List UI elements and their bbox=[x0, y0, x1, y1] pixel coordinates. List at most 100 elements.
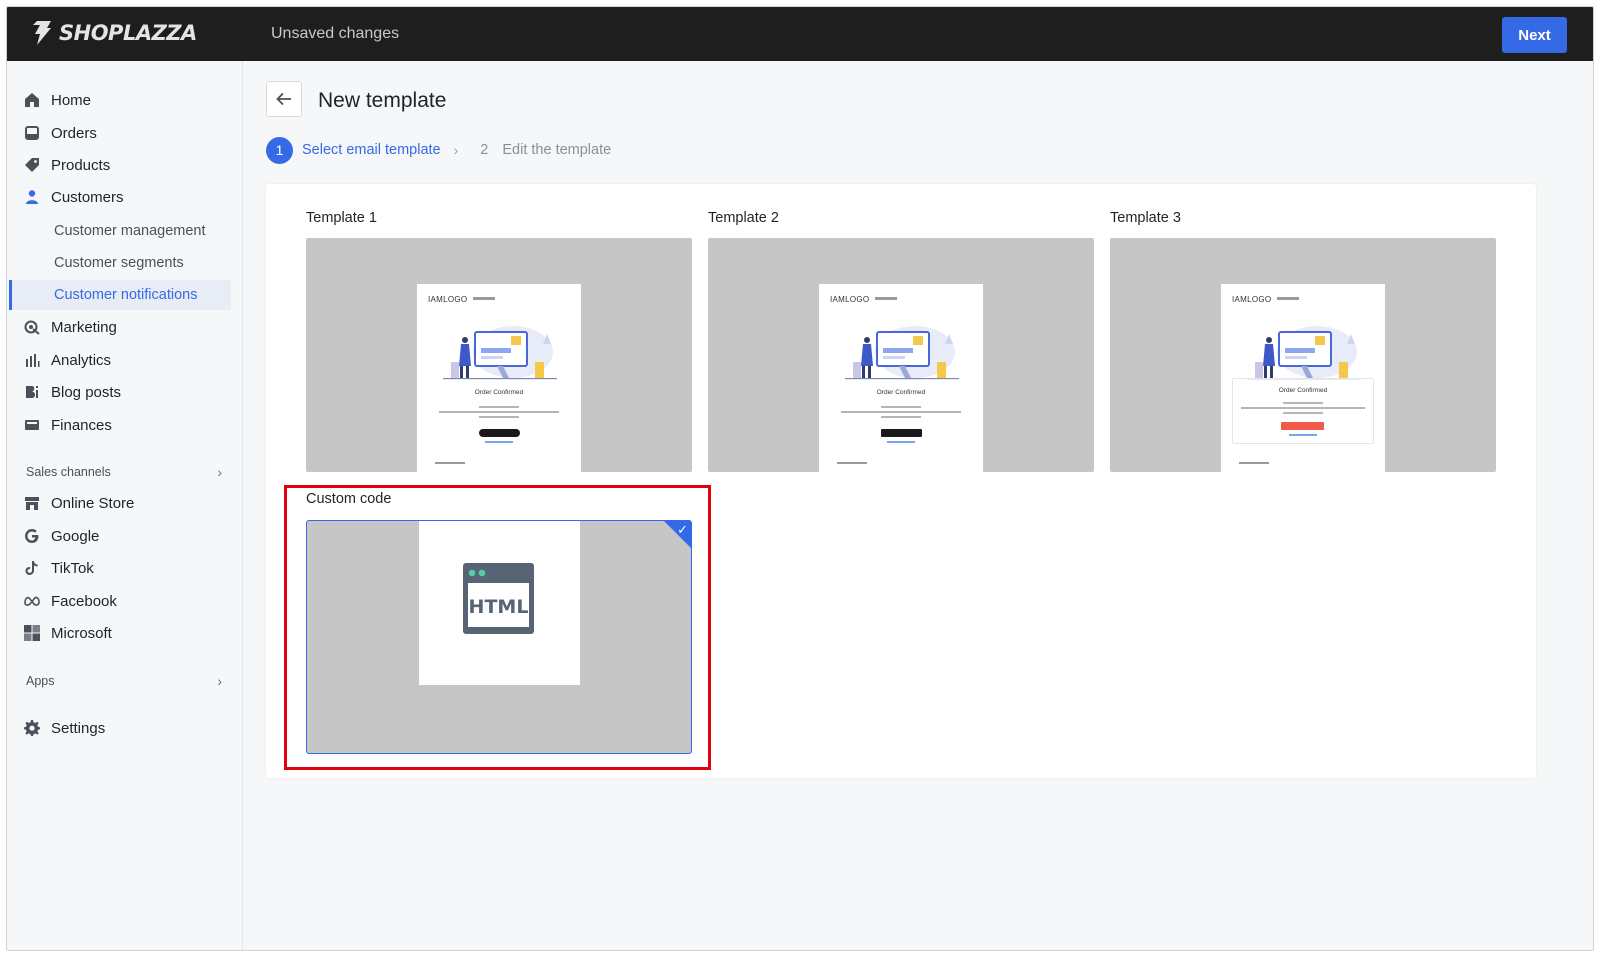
text-line bbox=[479, 406, 519, 408]
template-3-thumbnail[interactable]: IAMLOGO Order Confirmed bbox=[1110, 238, 1496, 472]
sidebar-item-microsoft[interactable]: Microsoft bbox=[23, 619, 112, 647]
email-brand-sub bbox=[1277, 297, 1299, 300]
highlight-box bbox=[284, 485, 711, 770]
template-1-thumbnail[interactable]: IAMLOGO Order Confirmed bbox=[306, 238, 692, 472]
template-2-thumbnail[interactable]: IAMLOGO Order Confirmed bbox=[708, 238, 1094, 472]
template-1-label: Template 1 bbox=[306, 210, 377, 226]
order-illustration-icon bbox=[1247, 326, 1361, 380]
sidebar-item-tiktok[interactable]: TikTok bbox=[23, 554, 94, 582]
app-window: SHOPLAZZA Unsaved changes Next Home Orde… bbox=[6, 6, 1594, 951]
sidebar-item-analytics[interactable]: Analytics bbox=[23, 346, 111, 374]
email-heading: Order Confirmed bbox=[474, 389, 524, 396]
text-line bbox=[439, 411, 559, 413]
meta-icon bbox=[23, 592, 41, 610]
email-cta-button bbox=[479, 429, 520, 437]
sidebar-subitem-label: Customer management bbox=[54, 223, 206, 239]
email-brand-sub bbox=[875, 297, 897, 300]
email-preview: IAMLOGO Order Confirmed bbox=[1221, 284, 1385, 472]
email-footer bbox=[435, 462, 465, 464]
orders-icon bbox=[23, 124, 41, 142]
text-line bbox=[881, 416, 921, 418]
chevron-right-icon: › bbox=[217, 464, 222, 480]
sidebar-item-label: TikTok bbox=[51, 559, 94, 577]
next-button[interactable]: Next bbox=[1502, 17, 1567, 53]
google-icon bbox=[23, 527, 41, 545]
email-link bbox=[485, 441, 513, 443]
email-heading: Order Confirmed bbox=[1278, 387, 1328, 394]
sidebar: Home Orders Products Customers Customer … bbox=[7, 61, 243, 950]
email-cta-button bbox=[881, 429, 922, 437]
step-2-label[interactable]: Edit the template bbox=[502, 142, 611, 158]
sidebar-item-label: Customers bbox=[51, 188, 124, 206]
text-line bbox=[881, 406, 921, 408]
blog-icon bbox=[23, 383, 41, 401]
email-brand: IAMLOGO bbox=[1232, 295, 1272, 304]
text-line bbox=[841, 411, 961, 413]
email-link bbox=[887, 441, 915, 443]
logo-text: SHOPLAZZA bbox=[59, 21, 197, 45]
order-illustration-icon bbox=[443, 326, 557, 380]
sidebar-item-label: Marketing bbox=[51, 318, 117, 336]
sidebar-item-orders[interactable]: Orders bbox=[23, 119, 97, 147]
step-1-label[interactable]: Select email template bbox=[302, 142, 441, 158]
tiktok-icon bbox=[23, 559, 41, 577]
marketing-icon bbox=[23, 318, 41, 336]
sidebar-item-home[interactable]: Home bbox=[23, 86, 91, 114]
email-footer bbox=[1239, 462, 1269, 464]
microsoft-icon bbox=[23, 624, 41, 642]
sidebar-subitem-customer-segments[interactable]: Customer segments bbox=[9, 248, 231, 278]
home-icon bbox=[23, 91, 41, 109]
sidebar-item-products[interactable]: Products bbox=[23, 151, 110, 179]
logo-mark-icon bbox=[33, 21, 51, 45]
sidebar-item-label: Blog posts bbox=[51, 383, 122, 401]
sidebar-item-finances[interactable]: Finances bbox=[23, 411, 112, 439]
email-brand: IAMLOGO bbox=[428, 295, 468, 304]
apps-section[interactable]: Apps › bbox=[26, 673, 222, 689]
sidebar-item-google[interactable]: Google bbox=[23, 522, 99, 550]
email-brand-sub bbox=[473, 297, 495, 300]
sidebar-item-blog-posts[interactable]: Blog posts bbox=[23, 378, 121, 406]
order-illustration-icon bbox=[845, 326, 959, 380]
email-brand: IAMLOGO bbox=[830, 295, 870, 304]
sidebar-item-marketing[interactable]: Marketing bbox=[23, 313, 117, 341]
stepper: 1 Select email template › 2 Edit the tem… bbox=[266, 136, 611, 164]
sidebar-item-label: Orders bbox=[51, 124, 97, 142]
sidebar-item-facebook[interactable]: Facebook bbox=[23, 587, 117, 615]
finances-icon bbox=[23, 416, 41, 434]
text-line bbox=[479, 416, 519, 418]
analytics-icon bbox=[23, 351, 41, 369]
text-line bbox=[1283, 402, 1323, 404]
sidebar-item-label: Home bbox=[51, 91, 92, 109]
step-1-number: 1 bbox=[266, 136, 293, 164]
sidebar-item-online-store[interactable]: Online Store bbox=[23, 489, 134, 517]
shoplazza-logo[interactable]: SHOPLAZZA bbox=[27, 19, 197, 47]
tag-icon bbox=[23, 156, 41, 174]
sidebar-subitem-customer-management[interactable]: Customer management bbox=[9, 216, 231, 246]
template-2-label: Template 2 bbox=[708, 210, 779, 226]
template-3-label: Template 3 bbox=[1110, 210, 1181, 226]
person-icon bbox=[23, 188, 41, 206]
email-cta-button bbox=[1281, 422, 1324, 430]
sidebar-item-settings[interactable]: Settings bbox=[23, 714, 105, 742]
sidebar-subitem-label: Customer notifications bbox=[54, 287, 198, 303]
sidebar-subitem-label: Customer segments bbox=[54, 255, 184, 271]
page-title: New template bbox=[318, 89, 447, 112]
gear-icon bbox=[23, 719, 41, 737]
sidebar-item-label: Settings bbox=[51, 719, 106, 737]
top-bar: SHOPLAZZA Unsaved changes Next bbox=[7, 7, 1593, 61]
chevron-right-icon: › bbox=[453, 142, 459, 158]
email-preview: IAMLOGO Order Confirmed bbox=[819, 284, 983, 472]
text-line bbox=[1241, 407, 1365, 409]
apps-label: Apps bbox=[26, 674, 55, 688]
sales-channels-label: Sales channels bbox=[26, 465, 111, 479]
sidebar-item-customers[interactable]: Customers bbox=[23, 183, 124, 211]
sales-channels-section[interactable]: Sales channels › bbox=[26, 464, 222, 480]
text-line bbox=[1283, 412, 1323, 414]
step-2-number: 2 bbox=[480, 142, 489, 158]
arrow-left-icon bbox=[276, 92, 291, 106]
unsaved-status: Unsaved changes bbox=[271, 25, 400, 42]
sidebar-item-label: Analytics bbox=[51, 351, 112, 369]
email-heading: Order Confirmed bbox=[876, 389, 926, 396]
back-button[interactable] bbox=[266, 81, 302, 117]
sidebar-subitem-customer-notifications[interactable]: Customer notifications bbox=[9, 280, 231, 310]
